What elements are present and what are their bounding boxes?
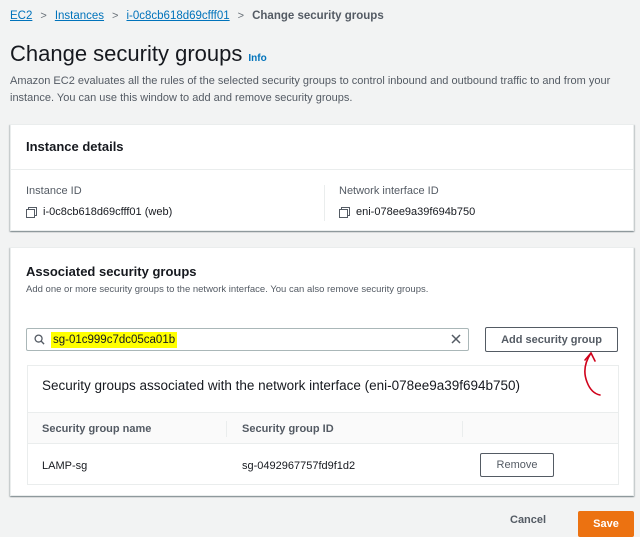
network-interface-label: Network interface ID	[339, 185, 439, 197]
clear-icon[interactable]	[450, 333, 462, 345]
associated-security-groups-panel: Associated security groups Add one or mo…	[10, 247, 634, 496]
security-group-id: sg-0492967757fd9f1d2	[242, 460, 356, 472]
breadcrumb-ec2[interactable]: EC2	[10, 10, 32, 22]
table-header: Security group name Security group ID	[28, 412, 618, 444]
associated-description: Add one or more security groups to the n…	[26, 284, 429, 295]
associated-title: Associated security groups	[26, 264, 197, 279]
remove-button[interactable]: Remove	[480, 453, 554, 477]
search-icon	[34, 334, 45, 345]
column-divider	[324, 185, 325, 221]
column-header-name: Security group name	[42, 423, 152, 435]
breadcrumb-current: Change security groups	[252, 10, 384, 22]
add-security-group-button[interactable]: Add security group	[485, 327, 618, 352]
network-interface-value-row: eni-078ee9a39f694b750	[339, 206, 475, 218]
cancel-button[interactable]: Cancel	[510, 514, 546, 526]
copy-icon[interactable]	[339, 207, 350, 218]
column-header-id: Security group ID	[242, 423, 334, 435]
instance-id-field: Instance ID i-0c8cb618d69cfff01 (web)	[26, 185, 172, 218]
save-button[interactable]: Save	[578, 511, 634, 537]
breadcrumb-separator: >	[112, 10, 119, 22]
breadcrumb-instance-id[interactable]: i-0c8cb618d69cfff01	[126, 10, 229, 22]
search-input[interactable]: sg-01c999c7dc05ca01b	[51, 332, 178, 348]
breadcrumb-instances[interactable]: Instances	[55, 10, 104, 22]
instance-details-header: Instance details	[11, 125, 633, 170]
security-group-search[interactable]: sg-01c999c7dc05ca01b	[26, 328, 469, 351]
table-title: Security groups associated with the netw…	[42, 378, 521, 393]
instance-id-value: i-0c8cb618d69cfff01 (web)	[43, 206, 173, 218]
annotation-arrow-icon	[584, 352, 601, 396]
security-group-name: LAMP-sg	[42, 460, 88, 472]
instance-id-value-row: i-0c8cb618d69cfff01 (web)	[26, 206, 172, 218]
column-divider	[462, 421, 463, 437]
breadcrumb: EC2 > Instances > i-0c8cb618d69cfff01 > …	[10, 10, 384, 22]
breadcrumb-separator: >	[237, 10, 245, 22]
page-title: Change security groups	[10, 41, 243, 66]
info-link[interactable]: Info	[248, 53, 266, 64]
network-interface-value: eni-078ee9a39f694b750	[356, 206, 476, 218]
page-header: Change security groups Info	[10, 41, 267, 67]
breadcrumb-separator: >	[40, 10, 47, 22]
instance-details-panel: Instance details Instance ID i-0c8cb618d…	[10, 124, 634, 231]
page-description: Amazon EC2 evaluates all the rules of th…	[10, 75, 611, 104]
column-divider	[226, 421, 227, 437]
copy-icon[interactable]	[26, 207, 37, 218]
security-groups-table: Security groups associated with the netw…	[27, 365, 619, 485]
instance-id-label: Instance ID	[26, 185, 82, 197]
network-interface-field: Network interface ID eni-078ee9a39f694b7…	[339, 185, 475, 218]
